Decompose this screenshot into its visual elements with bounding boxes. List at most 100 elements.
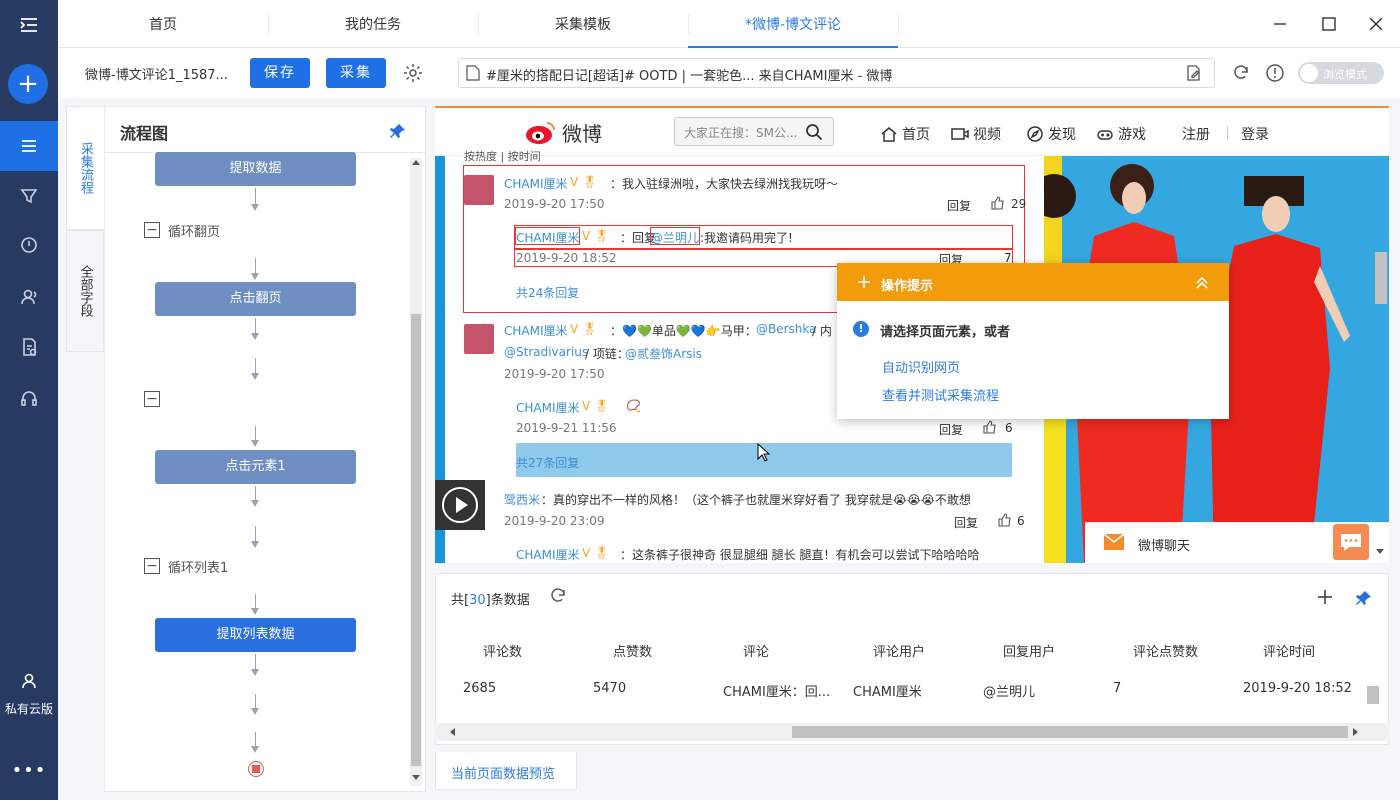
maximize-icon[interactable] (1319, 14, 1339, 34)
edit-url-icon[interactable] (1185, 64, 1203, 82)
weibo-nav-discover[interactable]: 发现 (1026, 124, 1076, 144)
weibo-chat-label: 微博聊天 (1138, 539, 1191, 554)
column-header[interactable]: 回复用户 (1003, 641, 1055, 660)
table-vscroll-thumb[interactable] (1367, 686, 1379, 704)
auto-detect-link[interactable]: 自动识别网页 (882, 357, 960, 376)
reply-user[interactable]: CHAMI厘米 (516, 546, 580, 563)
refresh-icon[interactable] (1231, 63, 1251, 83)
table-cell[interactable]: 2019-9-20 18:52 (1243, 681, 1352, 696)
search-icon[interactable] (805, 123, 823, 141)
count-suffix: ]条数据 (485, 593, 530, 608)
video-play-button[interactable] (435, 480, 485, 530)
weibo-logo[interactable]: 微博 (524, 118, 602, 146)
schedule-icon[interactable] (0, 222, 58, 268)
table-cell[interactable]: 7 (1113, 681, 1121, 696)
gear-icon[interactable] (402, 62, 424, 84)
comment-mention[interactable]: @Stradivarius (504, 345, 588, 359)
pin-icon[interactable] (1355, 589, 1373, 607)
collapse-icon[interactable]: − (144, 391, 160, 407)
collect-button[interactable]: 采集 (326, 58, 386, 88)
flow-node-extract-list[interactable]: 提取列表数据 (155, 618, 356, 652)
scroll-down-icon[interactable] (1376, 549, 1384, 554)
reply-user[interactable]: CHAMI厘米 (516, 399, 580, 416)
table-cell[interactable]: CHAMI厘米：回... (723, 681, 830, 700)
flow-node-extract[interactable]: 提取数据 (155, 152, 356, 186)
flow-loop-unnamed[interactable]: − (144, 390, 168, 408)
info-icon[interactable] (1265, 63, 1285, 83)
comment-user[interactable]: 鹭西米 (504, 491, 540, 508)
reply-mention[interactable]: @兰明儿 (651, 229, 699, 246)
scroll-up-icon[interactable] (412, 160, 420, 165)
tab-home[interactable]: 首页 (58, 0, 268, 48)
column-header[interactable]: 评论用户 (873, 641, 925, 660)
more-replies-link[interactable]: 共24条回复 (516, 284, 579, 301)
more-icon[interactable]: ••• (0, 760, 58, 781)
scroll-right-icon[interactable] (1353, 728, 1358, 736)
flow-loop-list[interactable]: − 循环列表1 (144, 557, 228, 576)
weibo-register-link[interactable]: 注册 (1182, 124, 1210, 144)
test-workflow-link[interactable]: 查看并测试采集流程 (882, 385, 999, 404)
refresh-icon[interactable] (549, 587, 567, 605)
thumbs-up-icon[interactable] (983, 420, 997, 434)
scroll-down-icon[interactable] (412, 775, 420, 780)
thumbs-up-icon[interactable] (998, 513, 1012, 527)
thumbs-up-icon[interactable] (991, 196, 1005, 210)
weibo-nav-video[interactable]: 视频 (951, 124, 1001, 144)
headset-icon[interactable] (0, 375, 58, 421)
collapse-up-icon[interactable] (1194, 275, 1210, 291)
comment-mention[interactable]: @Bershka (756, 322, 817, 336)
side-tab-workflow[interactable]: 采集流程 (66, 106, 104, 230)
preview-tab-label: 当前页面数据预览 (451, 767, 556, 782)
reply-user[interactable]: CHAMI厘米 (516, 229, 580, 246)
table-cell[interactable]: CHAMI厘米 (853, 681, 922, 700)
filter-icon[interactable] (0, 173, 58, 219)
users-icon[interactable] (0, 274, 58, 320)
comment-user[interactable]: CHAMI厘米 (504, 322, 568, 339)
column-header[interactable]: 点赞数 (613, 641, 652, 660)
weibo-login-link[interactable]: 登录 (1241, 124, 1269, 144)
table-cell[interactable]: @兰明儿 (983, 681, 1035, 700)
reply-link[interactable]: 回复 (954, 514, 978, 531)
new-task-button[interactable]: + (8, 64, 48, 104)
weibo-nav-games[interactable]: 游戏 (1096, 124, 1146, 144)
comment-mention[interactable]: @贰叁饰Arsis (625, 345, 702, 362)
flow-node-click-page[interactable]: 点击翻页 (155, 282, 356, 316)
reply-link[interactable]: 回复 (947, 197, 971, 214)
menu-collapse-icon[interactable] (0, 2, 58, 48)
tab-weibo-comments[interactable]: *微博-博文评论 (688, 0, 898, 48)
scroll-left-icon[interactable] (450, 728, 455, 736)
save-button[interactable]: 保存 (250, 58, 310, 88)
collapse-icon[interactable]: − (144, 558, 160, 574)
weibo-nav-home[interactable]: 首页 (880, 124, 930, 144)
avatar[interactable] (464, 175, 494, 205)
flow-scroll-thumb[interactable] (411, 314, 421, 766)
table-hscroll-thumb[interactable] (792, 726, 1348, 738)
side-tab-all-fields[interactable]: 全部字段 (66, 230, 104, 352)
more-replies-link[interactable]: 共27条回复 (516, 454, 579, 471)
collapse-icon[interactable]: − (144, 222, 160, 238)
user-icon[interactable] (0, 658, 58, 704)
column-header[interactable]: 评论时间 (1263, 641, 1315, 660)
column-header[interactable]: 评论数 (483, 641, 522, 660)
move-icon[interactable] (857, 275, 871, 289)
document-check-icon[interactable] (0, 324, 58, 370)
chat-bubble-icon[interactable] (1333, 524, 1369, 560)
pin-icon[interactable] (389, 122, 407, 140)
tab-templates[interactable]: 采集模板 (478, 0, 688, 48)
comment-user[interactable]: CHAMI厘米 (504, 175, 568, 192)
task-list-icon[interactable] (0, 123, 58, 169)
tab-my-tasks[interactable]: 我的任务 (268, 0, 478, 48)
table-cell[interactable]: 2685 (463, 681, 496, 696)
sort-options[interactable]: 按热度 | 按时间 (464, 148, 541, 164)
column-header[interactable]: 评论 (743, 641, 769, 660)
reply-link[interactable]: 回复 (939, 421, 963, 438)
browser-scroll-thumb[interactable] (1375, 252, 1387, 304)
column-header[interactable]: 评论点赞数 (1133, 641, 1198, 660)
flow-node-click-element[interactable]: 点击元素1 (155, 450, 356, 484)
close-icon[interactable] (1366, 14, 1386, 34)
flow-loop-paging[interactable]: − 循环翻页 (144, 221, 220, 240)
avatar[interactable] (464, 324, 494, 354)
add-icon[interactable] (1316, 588, 1334, 606)
minimize-icon[interactable] (1270, 14, 1290, 34)
table-cell[interactable]: 5470 (593, 681, 626, 696)
